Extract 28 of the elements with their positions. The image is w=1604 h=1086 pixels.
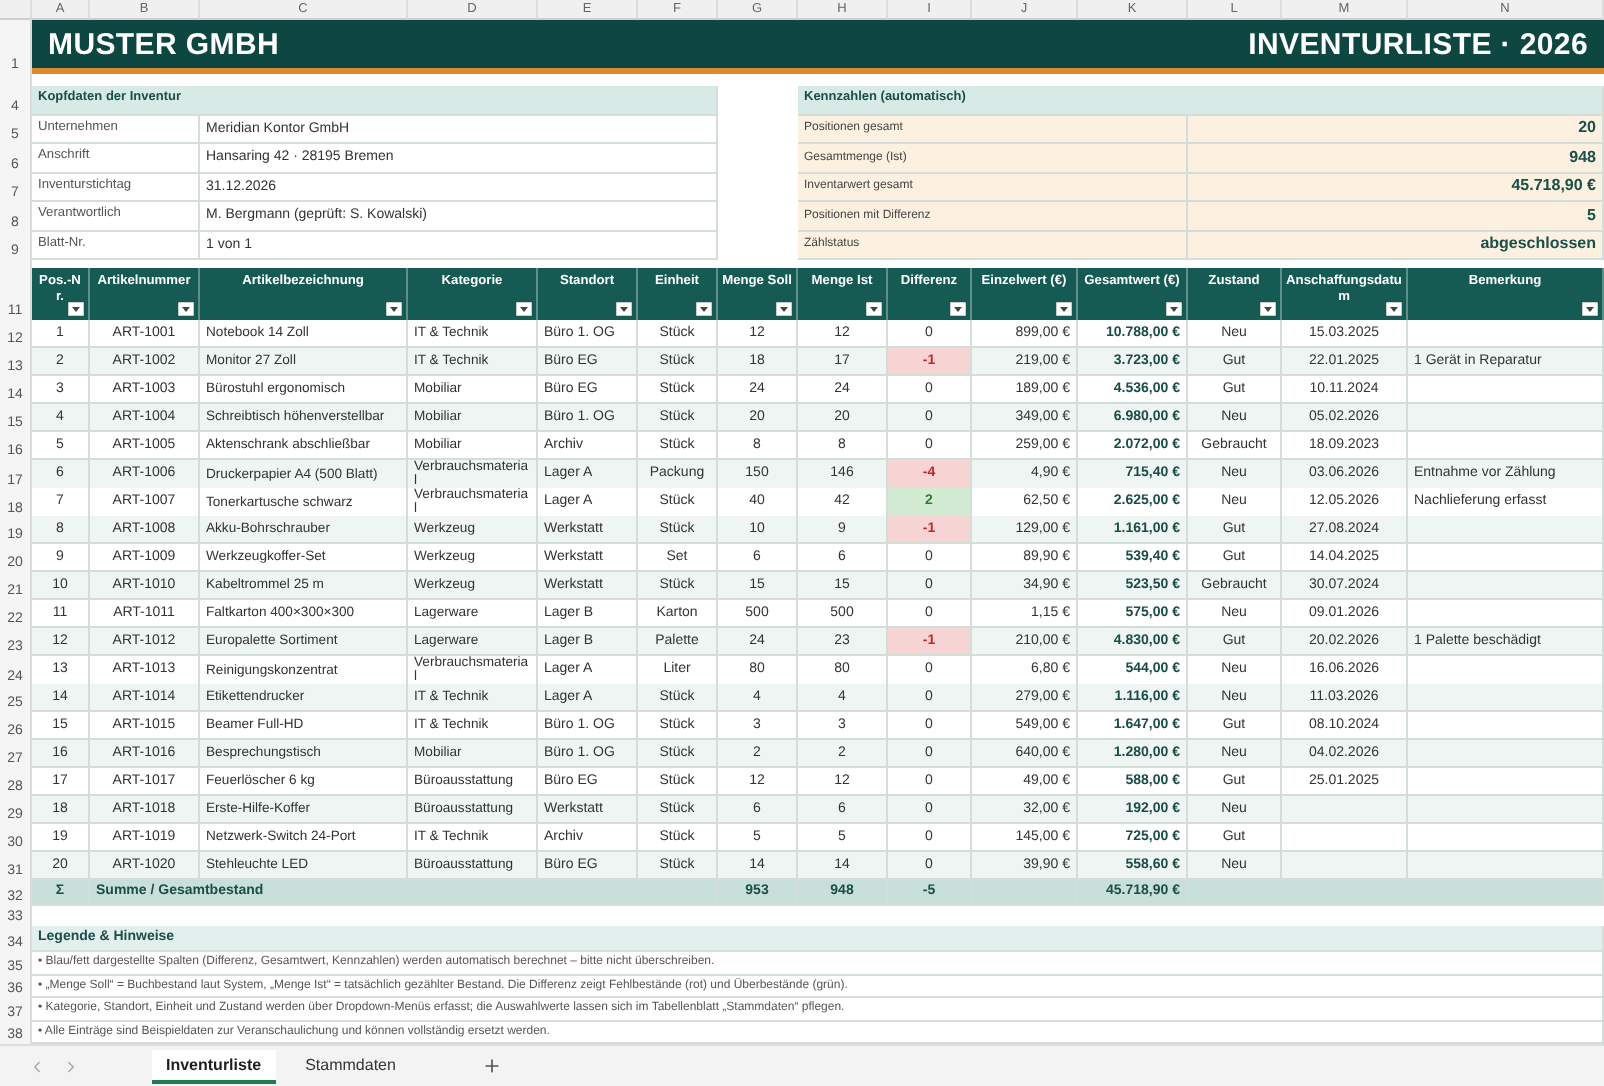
filter-dropdown-icon[interactable] <box>386 302 402 316</box>
kpi-value: 45.718,90 € <box>1188 173 1604 202</box>
filter-dropdown-icon[interactable] <box>1582 302 1598 316</box>
add-sheet-icon[interactable] <box>481 1056 502 1076</box>
table-cell <box>1282 852 1408 880</box>
sheet-title: INVENTURLISTE · 2026 <box>1248 27 1588 61</box>
filter-dropdown-icon[interactable] <box>950 302 966 316</box>
sheet-tab[interactable]: Inventurliste <box>152 1049 276 1083</box>
filter-dropdown-icon[interactable] <box>776 302 792 316</box>
sheet-tab[interactable]: Stammdaten <box>291 1049 410 1083</box>
kpi-value: abgeschlossen <box>1188 231 1604 260</box>
filter-dropdown-icon[interactable] <box>1260 302 1276 316</box>
filter-dropdown-icon[interactable] <box>616 302 632 316</box>
filter-dropdown-icon[interactable] <box>178 302 194 316</box>
company-name: MUSTER GMBH <box>48 27 280 61</box>
filter-dropdown-icon[interactable] <box>1386 302 1402 316</box>
total-cell <box>972 880 1078 906</box>
table-cell <box>1282 796 1408 824</box>
filter-dropdown-icon[interactable] <box>1166 302 1182 316</box>
filter-dropdown-icon[interactable] <box>68 302 84 316</box>
filter-dropdown-icon[interactable] <box>516 302 532 316</box>
kpi-value: 20 <box>1188 115 1604 144</box>
filter-dropdown-icon[interactable] <box>1056 302 1072 316</box>
kpi-value: 948 <box>1188 144 1604 173</box>
kpi-value: 5 <box>1188 202 1604 231</box>
table-cell <box>1282 824 1408 852</box>
filter-dropdown-icon[interactable] <box>696 302 712 316</box>
filter-dropdown-icon[interactable] <box>866 302 882 316</box>
